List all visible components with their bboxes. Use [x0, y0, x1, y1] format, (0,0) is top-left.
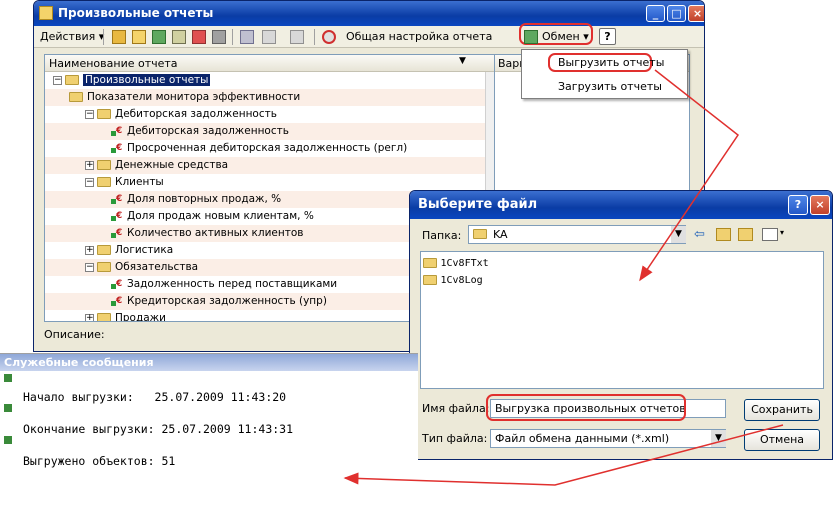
- arrow-menu-to-dialog: [639, 69, 740, 282]
- arrow-save-to-messages: [343, 424, 784, 486]
- annotation-arrows: [343, 69, 784, 486]
